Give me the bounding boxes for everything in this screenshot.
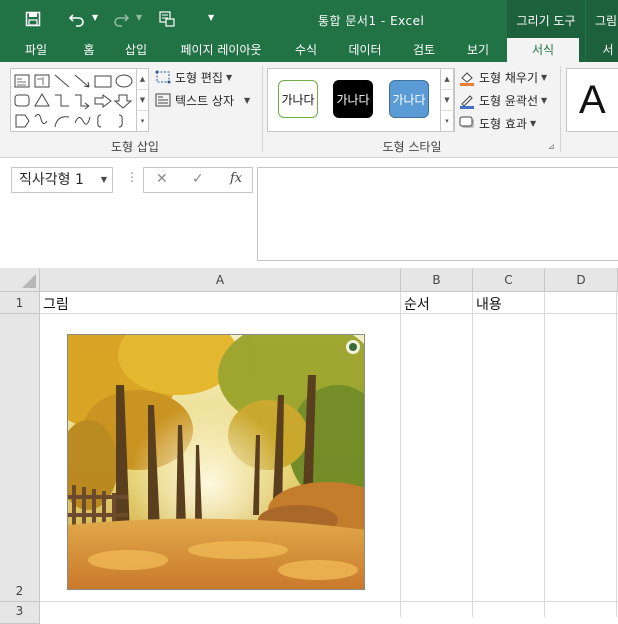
cell-a1[interactable]: 그림 [43, 294, 69, 314]
styles-more-icon[interactable]: ▾ [441, 111, 453, 132]
shape-effects-button[interactable]: 도형 효과 ▼ [459, 113, 536, 133]
gridline [472, 292, 473, 617]
column-header-c[interactable]: C [473, 268, 545, 292]
tab-review[interactable]: 검토 [402, 38, 446, 62]
title-bar: ▼ ▼ ▼ 통합 문서1 - Excel 그리기 도구 그림 [0, 0, 618, 38]
shape-style-preset-2[interactable]: 가나다 [333, 80, 373, 118]
shapes-gallery-scroll[interactable]: ▲ ▼ ▾ [136, 68, 149, 132]
gallery-more-icon[interactable]: ▾ [137, 111, 148, 132]
gallery-up-icon[interactable]: ▲ [137, 69, 148, 90]
shape-effects-icon [459, 116, 475, 130]
more-dots-icon[interactable]: ⋮ [126, 170, 138, 184]
styles-down-icon[interactable]: ▼ [441, 90, 453, 111]
chevron-down-icon: ▼ [244, 95, 251, 105]
cell-b1[interactable]: 순서 [404, 294, 430, 314]
shape-styles-scroll[interactable]: ▲ ▼ ▾ [440, 68, 454, 132]
shape-styles-gallery[interactable]: 가나다 가나다 가나다 [267, 68, 455, 132]
row-header-1[interactable]: 1 [0, 292, 40, 314]
document-title: 통합 문서1 - Excel [318, 14, 425, 28]
chevron-down-icon[interactable]: ▼ [101, 168, 107, 192]
column-header-d[interactable]: D [545, 268, 618, 292]
shape-outline-label: 도형 윤곽선 [479, 93, 539, 108]
save-icon[interactable] [22, 8, 44, 30]
group-label-insert-shapes: 도형 삽입 [111, 140, 159, 154]
select-all-triangle-icon [22, 274, 36, 288]
column-header-a[interactable]: A [40, 268, 401, 292]
worksheet-grid[interactable]: A B C D 1 2 3 그림 순서 내용 [0, 268, 618, 624]
autumn-path-image [68, 335, 364, 589]
pen-outline-icon [459, 93, 475, 109]
shape-fill-button[interactable]: 도형 채우기 ▼ [459, 67, 547, 87]
cell-c1[interactable]: 내용 [476, 294, 502, 314]
undo-dropdown-icon[interactable]: ▼ [92, 13, 98, 22]
gridline [544, 292, 545, 617]
text-box-button[interactable]: 텍스트 상자 ▼ [155, 90, 250, 110]
group-separator [262, 66, 263, 152]
text-box-label: 텍스트 상자 [175, 93, 235, 108]
edit-shape-icon [155, 70, 171, 84]
dialog-launcher-icon[interactable]: ⊿ [548, 142, 555, 151]
gridline [40, 601, 618, 602]
shape-fill-label: 도형 채우기 [479, 70, 539, 85]
context-group-picture-tools: 그림 [586, 0, 618, 38]
undo-icon[interactable] [66, 8, 88, 30]
shapes-gallery[interactable] [10, 68, 148, 132]
tab-insert[interactable]: 삽입 [116, 38, 156, 62]
wordart-style-preset[interactable]: A [566, 68, 618, 132]
shapes-gallery-icons [14, 74, 133, 128]
formula-buttons: ✕ ✓ fx [143, 167, 253, 193]
tab-home[interactable]: 홈 [72, 38, 106, 62]
styles-up-icon[interactable]: ▲ [441, 69, 453, 90]
name-box[interactable]: 직사각형 1 ▼ [11, 167, 113, 193]
tab-data[interactable]: 데이터 [338, 38, 392, 62]
insert-function-icon[interactable]: fx [230, 171, 242, 186]
gridline [400, 292, 401, 617]
shape-style-preset-3[interactable]: 가나다 [389, 80, 429, 118]
gridline [40, 313, 618, 314]
column-header-b[interactable]: B [401, 268, 473, 292]
group-label-shape-styles: 도형 스타일 [382, 140, 442, 154]
tab-formulas[interactable]: 수식 [284, 38, 328, 62]
formula-input[interactable] [257, 167, 618, 261]
shape-outline-button[interactable]: 도형 윤곽선 ▼ [459, 90, 547, 110]
gridline [616, 292, 617, 617]
chevron-down-icon: ▼ [541, 72, 548, 82]
paint-bucket-icon [459, 70, 475, 86]
group-separator [560, 66, 561, 152]
tab-file[interactable]: 파일 [14, 38, 58, 62]
autumn-tree-picture[interactable] [67, 334, 365, 590]
ribbon: ▲ ▼ ▾ 도형 편집 ▼ 텍스트 상자 ▼ 도형 삽입 가나다 가나다 가나다… [0, 62, 618, 158]
tab-page-layout[interactable]: 페이지 레이아웃 [168, 38, 274, 62]
gallery-down-icon[interactable]: ▼ [137, 90, 148, 111]
name-box-value: 직사각형 1 [19, 172, 84, 188]
formula-bar-area: 직사각형 1 ▼ ⋮ ✕ ✓ fx [0, 158, 618, 268]
chevron-down-icon: ▼ [529, 118, 537, 128]
text-box-icon [155, 93, 171, 107]
select-all-button[interactable] [0, 268, 40, 292]
redo-icon[interactable] [110, 8, 132, 30]
chevron-down-icon: ▼ [541, 95, 548, 105]
cancel-icon[interactable]: ✕ [156, 171, 168, 187]
shape-style-preset-1[interactable]: 가나다 [278, 80, 318, 118]
row-header-2[interactable]: 2 [0, 314, 40, 602]
shape-effects-label: 도형 효과 [479, 116, 527, 131]
row-header-3[interactable]: 3 [0, 602, 40, 624]
redo-dropdown-icon[interactable]: ▼ [136, 13, 142, 22]
ribbon-tabs: 파일 홈 삽입 페이지 레이아웃 수식 데이터 검토 보기 서식 서 [0, 38, 618, 62]
context-group-drawing-tools: 그리기 도구 [507, 0, 585, 38]
edit-shape-label: 도형 편집 [175, 70, 223, 85]
edit-shape-button[interactable]: 도형 편집 ▼ [155, 67, 232, 87]
enter-icon[interactable]: ✓ [192, 171, 204, 187]
tab-format[interactable]: 서식 [507, 38, 579, 62]
chevron-down-icon: ▼ [225, 72, 233, 82]
tab-view[interactable]: 보기 [456, 38, 500, 62]
customize-qat-icon[interactable]: ▼ [208, 13, 214, 22]
tab-picture-format[interactable]: 서 [594, 38, 618, 62]
form-icon[interactable] [156, 8, 178, 30]
